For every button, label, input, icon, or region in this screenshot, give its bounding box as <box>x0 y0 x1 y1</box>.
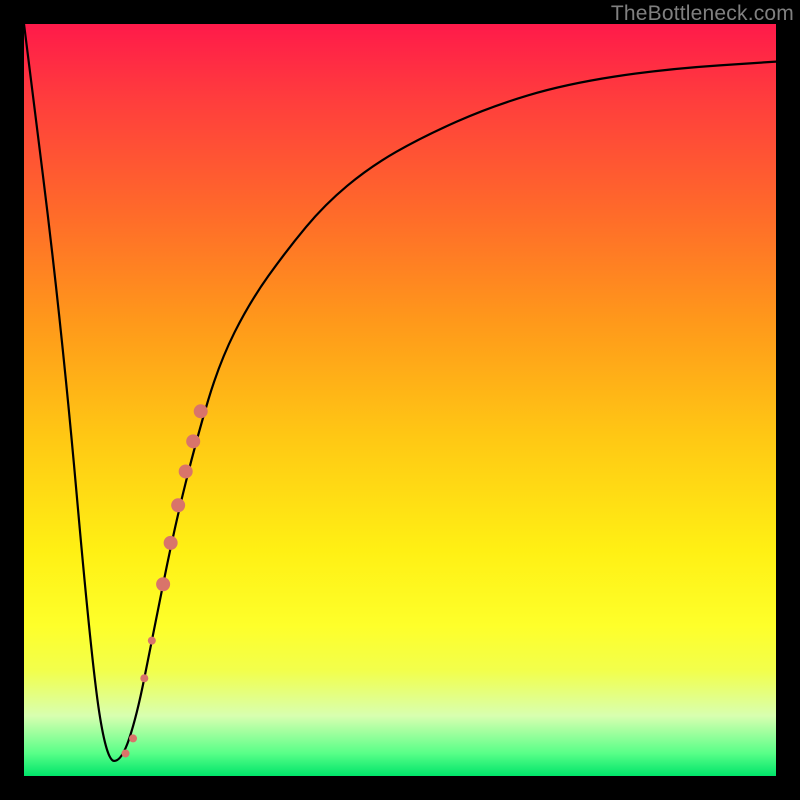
curve-marker <box>164 536 178 550</box>
chart-svg <box>24 24 776 776</box>
plot-area <box>24 24 776 776</box>
curve-marker <box>140 674 148 682</box>
curve-marker <box>179 464 193 478</box>
chart-frame: TheBottleneck.com <box>0 0 800 800</box>
curve-marker <box>156 577 170 591</box>
curve-marker <box>194 404 208 418</box>
curve-path <box>24 24 776 761</box>
curve-marker <box>122 749 130 757</box>
curve-markers <box>122 404 208 757</box>
curve-marker <box>129 734 137 742</box>
bottleneck-curve <box>24 24 776 761</box>
curve-marker <box>171 498 185 512</box>
curve-marker <box>148 637 156 645</box>
curve-marker <box>186 434 200 448</box>
watermark-label: TheBottleneck.com <box>611 2 794 26</box>
